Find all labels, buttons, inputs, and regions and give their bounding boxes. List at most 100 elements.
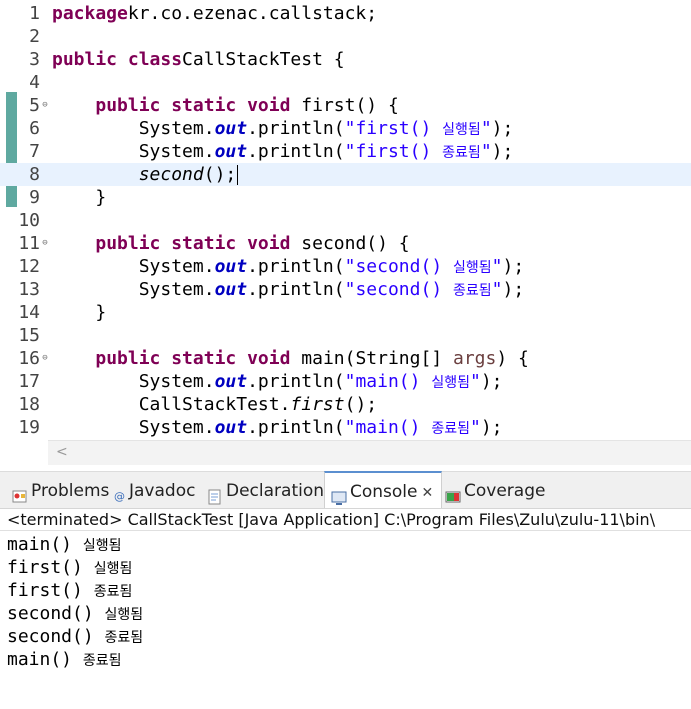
- code-token: "main(): [344, 371, 432, 392]
- code-token: out: [214, 371, 248, 392]
- editor-horizontal-scrollbar[interactable]: <: [48, 440, 691, 465]
- console-status: 실행됨: [93, 561, 133, 577]
- code-line[interactable]: 6 System.out.println("first() 실행됨");: [0, 117, 691, 140]
- tab-coverage-label: Coverage: [464, 481, 546, 501]
- code-token: second() {: [290, 233, 410, 254]
- line-number: 13: [18, 279, 40, 300]
- code-text: System.out.println("main() 실행됨");: [52, 370, 503, 395]
- code-token: .println(: [247, 118, 345, 139]
- line-number: 12: [18, 256, 40, 277]
- code-token: System.: [52, 279, 215, 300]
- coverage-icon: [445, 481, 461, 503]
- code-line[interactable]: 3 public classCallStackTest {: [0, 48, 691, 71]
- code-line[interactable]: 4: [0, 71, 691, 94]
- fold-toggle-icon[interactable]: ⊖: [40, 238, 50, 248]
- line-number: 1: [29, 3, 40, 24]
- console-method: main(): [7, 649, 73, 670]
- code-token: );: [480, 417, 503, 438]
- line-number: 19: [18, 417, 40, 438]
- problems-icon: [12, 481, 28, 503]
- code-line[interactable]: 15: [0, 324, 691, 347]
- fold-toggle-icon[interactable]: ⊖: [40, 100, 50, 110]
- code-text: System.out.println("main() 종료됨");: [52, 416, 503, 440]
- code-text: public classCallStackTest {: [52, 48, 345, 71]
- text-cursor: [237, 165, 239, 185]
- code-token: out: [214, 118, 248, 139]
- code-line[interactable]: 16 ⊖ public static void main(String[] arg…: [0, 347, 691, 370]
- code-line[interactable]: 13 System.out.println("second() 종료됨");: [0, 278, 691, 301]
- code-token: .println(: [247, 279, 345, 300]
- code-token: ();: [344, 394, 378, 415]
- code-line[interactable]: 12 System.out.println("second() 실행됨");: [0, 255, 691, 278]
- code-line[interactable]: 7 System.out.println("first() 종료됨");: [0, 140, 691, 163]
- code-token: second: [138, 164, 204, 185]
- code-token: );: [502, 256, 525, 277]
- console-line: second() 실행됨: [7, 602, 143, 627]
- code-line[interactable]: 9 }: [0, 186, 691, 209]
- code-token: System.: [52, 417, 215, 438]
- line-number: 6: [29, 118, 40, 139]
- close-icon[interactable]: ✕: [422, 485, 434, 501]
- code-token: 실행됨: [442, 122, 481, 138]
- tab-coverage[interactable]: Coverage: [439, 472, 545, 508]
- code-token: }: [52, 302, 107, 323]
- code-text: public static void first() {: [52, 94, 398, 117]
- code-token: 종료됨: [453, 283, 492, 299]
- code-token: "second(): [344, 256, 453, 277]
- line-number: 5: [29, 95, 40, 116]
- code-line[interactable]: 11 ⊖ public static void second() {: [0, 232, 691, 255]
- tab-console[interactable]: Console ✕: [324, 471, 443, 508]
- fold-toggle-icon[interactable]: ⊖: [40, 353, 50, 363]
- code-token: .println(: [247, 417, 345, 438]
- tab-declaration[interactable]: Declaration: [201, 472, 324, 508]
- line-number: 14: [18, 302, 40, 323]
- code-token: 실행됨: [453, 260, 492, 276]
- line-number: 2: [29, 26, 40, 47]
- line-number: 4: [29, 72, 40, 93]
- code-token: ": [480, 118, 492, 139]
- code-token: public class: [52, 49, 183, 70]
- code-token: public static void: [95, 348, 291, 369]
- tab-problems-label: Problems: [31, 481, 110, 501]
- code-line[interactable]: 14 }: [0, 301, 691, 324]
- code-line[interactable]: 10: [0, 209, 691, 232]
- code-token: "first(): [344, 141, 443, 162]
- tab-javadoc[interactable]: @ Javadoc: [110, 472, 195, 508]
- code-line[interactable]: 5 ⊖ public static void first() {: [0, 94, 691, 117]
- code-line[interactable]: 1 packagekr.co.ezenac.callstack;: [0, 2, 691, 25]
- console-status: 종료됨: [82, 653, 122, 669]
- code-token: 종료됨: [442, 145, 481, 161]
- code-editor[interactable]: 1 packagekr.co.ezenac.callstack; 2 3 public …: [0, 0, 691, 440]
- code-token: CallStackTest.: [52, 394, 291, 415]
- code-token: );: [491, 118, 514, 139]
- code-token: out: [214, 256, 248, 277]
- code-token: );: [502, 279, 525, 300]
- line-number: 8: [29, 164, 40, 185]
- code-token: ": [491, 256, 503, 277]
- console-output[interactable]: main() 실행됨 first() 실행됨 first() 종료됨 second()…: [0, 533, 691, 709]
- console-method: second(): [7, 603, 94, 624]
- code-token: "main(): [344, 417, 432, 438]
- code-line[interactable]: 18 CallStackTest.first();: [0, 393, 691, 416]
- console-status: 종료됨: [93, 584, 133, 600]
- tab-problems[interactable]: Problems: [6, 472, 109, 508]
- declaration-icon: [207, 481, 223, 505]
- code-token: System.: [52, 141, 215, 162]
- code-token: .println(: [247, 256, 345, 277]
- line-number: 18: [18, 394, 40, 415]
- console-line: main() 종료됨: [7, 648, 122, 673]
- code-line[interactable]: 17 System.out.println("main() 실행됨");: [0, 370, 691, 393]
- code-token: System.: [52, 371, 215, 392]
- code-token: ": [480, 141, 492, 162]
- code-text: public static void second() {: [52, 232, 410, 255]
- code-line[interactable]: 8 second();: [0, 163, 691, 186]
- scroll-left-icon[interactable]: <: [56, 444, 68, 460]
- code-line[interactable]: 19 System.out.println("main() 종료됨");: [0, 416, 691, 439]
- code-line[interactable]: 2: [0, 25, 691, 48]
- console-method: main(): [7, 534, 73, 555]
- console-line: main() 실행됨: [7, 533, 122, 558]
